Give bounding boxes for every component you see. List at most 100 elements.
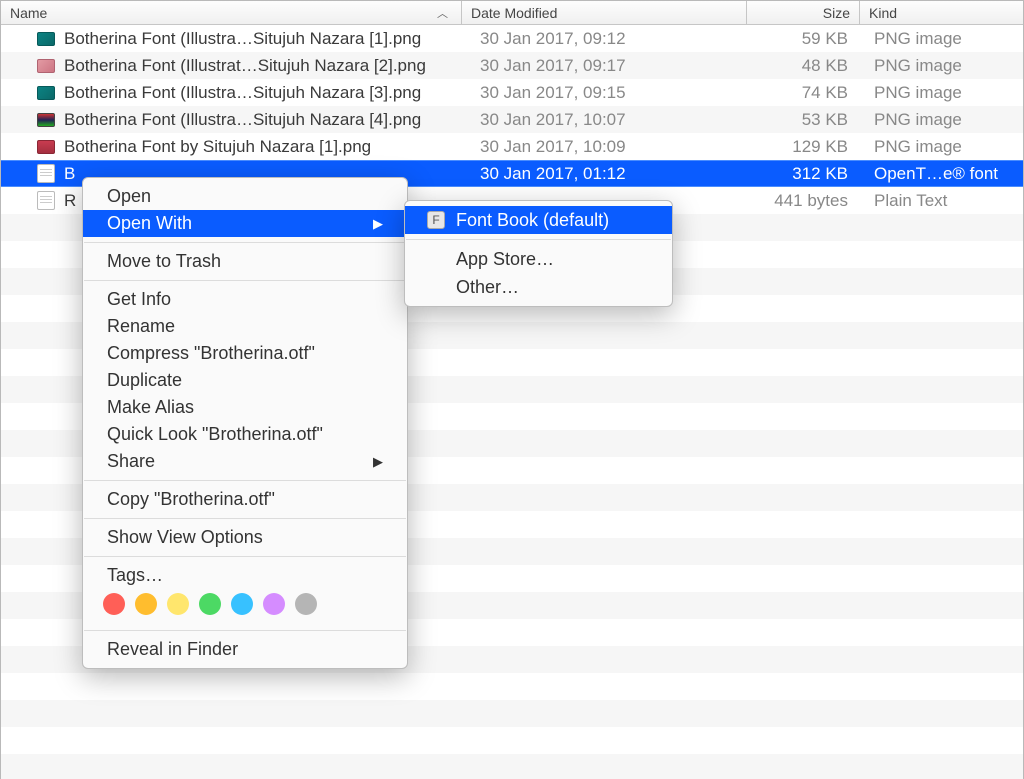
file-date: 30 Jan 2017, 09:12 bbox=[462, 29, 747, 49]
empty-row bbox=[1, 727, 1023, 754]
menu-item-make-alias[interactable]: Make Alias bbox=[83, 394, 407, 421]
menu-label: Open With bbox=[107, 213, 192, 234]
file-date: 30 Jan 2017, 09:17 bbox=[462, 56, 747, 76]
file-kind: PNG image bbox=[860, 29, 1023, 49]
file-kind: PNG image bbox=[860, 137, 1023, 157]
file-name: Botherina Font (Illustra…Situjuh Nazara … bbox=[64, 110, 421, 130]
column-header-row: Name ︿ Date Modified Size Kind bbox=[1, 1, 1023, 25]
file-size: 441 bytes bbox=[747, 191, 860, 211]
file-kind: Plain Text bbox=[860, 191, 1023, 211]
file-date: 30 Jan 2017, 10:07 bbox=[462, 110, 747, 130]
file-kind: OpenT…e® font bbox=[860, 164, 1023, 184]
tag-gray-icon[interactable] bbox=[295, 593, 317, 615]
file-icon bbox=[37, 59, 55, 73]
file-size: 53 KB bbox=[747, 110, 860, 130]
open-with-submenu: F Font Book (default) App Store… Other… bbox=[404, 200, 673, 307]
file-date: 30 Jan 2017, 09:15 bbox=[462, 83, 747, 103]
menu-item-show-view-options[interactable]: Show View Options bbox=[83, 524, 407, 551]
file-date: 30 Jan 2017, 01:12 bbox=[462, 164, 747, 184]
file-kind: PNG image bbox=[860, 56, 1023, 76]
menu-label: Duplicate bbox=[107, 370, 182, 391]
file-kind: PNG image bbox=[860, 83, 1023, 103]
menu-label: Get Info bbox=[107, 289, 171, 310]
menu-item-reveal-in-finder[interactable]: Reveal in Finder bbox=[83, 636, 407, 663]
file-icon bbox=[37, 191, 55, 210]
column-label: Size bbox=[823, 5, 850, 21]
menu-item-tags[interactable]: Tags… bbox=[83, 562, 407, 589]
file-icon bbox=[37, 32, 55, 46]
file-row[interactable]: Botherina Font (Illustra…Situjuh Nazara … bbox=[1, 79, 1023, 106]
file-name: Botherina Font (Illustra…Situjuh Nazara … bbox=[64, 83, 421, 103]
column-header-date-modified[interactable]: Date Modified bbox=[462, 1, 747, 24]
menu-label: Share bbox=[107, 451, 155, 472]
context-menu: Open Open With ▶ Move to Trash Get Info … bbox=[82, 177, 408, 669]
sort-ascending-icon: ︿ bbox=[437, 5, 448, 21]
menu-label: Move to Trash bbox=[107, 251, 221, 272]
menu-item-open[interactable]: Open bbox=[83, 183, 407, 210]
menu-item-get-info[interactable]: Get Info bbox=[83, 286, 407, 313]
tag-orange-icon[interactable] bbox=[135, 593, 157, 615]
column-label: Name bbox=[10, 5, 47, 21]
file-row[interactable]: Botherina Font (Illustrat…Situjuh Nazara… bbox=[1, 52, 1023, 79]
menu-item-open-with[interactable]: Open With ▶ bbox=[83, 210, 407, 237]
empty-row bbox=[1, 673, 1023, 700]
submenu-item-other[interactable]: Other… bbox=[405, 273, 672, 301]
column-header-size[interactable]: Size bbox=[747, 1, 860, 24]
tag-purple-icon[interactable] bbox=[263, 593, 285, 615]
menu-label: Show View Options bbox=[107, 527, 263, 548]
column-header-name[interactable]: Name ︿ bbox=[1, 1, 462, 24]
submenu-label: App Store… bbox=[456, 249, 554, 270]
menu-separator bbox=[84, 280, 406, 281]
menu-item-duplicate[interactable]: Duplicate bbox=[83, 367, 407, 394]
menu-label: Copy "Brotherina.otf" bbox=[107, 489, 275, 510]
file-row[interactable]: Botherina Font by Situjuh Nazara [1].png… bbox=[1, 133, 1023, 160]
file-kind: PNG image bbox=[860, 110, 1023, 130]
file-row[interactable]: Botherina Font (Illustra…Situjuh Nazara … bbox=[1, 106, 1023, 133]
file-row[interactable]: Botherina Font (Illustra…Situjuh Nazara … bbox=[1, 25, 1023, 52]
menu-separator bbox=[84, 480, 406, 481]
menu-item-move-to-trash[interactable]: Move to Trash bbox=[83, 248, 407, 275]
column-header-kind[interactable]: Kind bbox=[860, 1, 1023, 24]
empty-row bbox=[1, 754, 1023, 779]
menu-separator bbox=[84, 630, 406, 631]
menu-separator bbox=[406, 239, 671, 240]
tag-color-row bbox=[83, 589, 407, 625]
menu-label: Rename bbox=[107, 316, 175, 337]
menu-label: Quick Look "Brotherina.otf" bbox=[107, 424, 323, 445]
submenu-arrow-icon: ▶ bbox=[373, 216, 383, 232]
tag-green-icon[interactable] bbox=[199, 593, 221, 615]
file-name: Botherina Font by Situjuh Nazara [1].png bbox=[64, 137, 371, 157]
menu-item-share[interactable]: Share ▶ bbox=[83, 448, 407, 475]
menu-label: Reveal in Finder bbox=[107, 639, 238, 660]
tag-red-icon[interactable] bbox=[103, 593, 125, 615]
menu-label: Compress "Brotherina.otf" bbox=[107, 343, 315, 364]
menu-separator bbox=[84, 556, 406, 557]
file-size: 312 KB bbox=[747, 164, 860, 184]
column-label: Date Modified bbox=[471, 5, 557, 21]
menu-label: Make Alias bbox=[107, 397, 194, 418]
menu-item-rename[interactable]: Rename bbox=[83, 313, 407, 340]
menu-item-copy[interactable]: Copy "Brotherina.otf" bbox=[83, 486, 407, 513]
empty-row bbox=[1, 700, 1023, 727]
submenu-label: Other… bbox=[456, 277, 519, 298]
menu-item-quick-look[interactable]: Quick Look "Brotherina.otf" bbox=[83, 421, 407, 448]
submenu-label: Font Book (default) bbox=[456, 210, 609, 231]
submenu-item-font-book[interactable]: F Font Book (default) bbox=[405, 206, 672, 234]
file-icon bbox=[37, 164, 55, 183]
menu-separator bbox=[84, 518, 406, 519]
tag-yellow-icon[interactable] bbox=[167, 593, 189, 615]
menu-separator bbox=[84, 242, 406, 243]
menu-item-compress[interactable]: Compress "Brotherina.otf" bbox=[83, 340, 407, 367]
file-icon bbox=[37, 140, 55, 154]
file-name: Botherina Font (Illustrat…Situjuh Nazara… bbox=[64, 56, 426, 76]
file-size: 59 KB bbox=[747, 29, 860, 49]
file-name: Botherina Font (Illustra…Situjuh Nazara … bbox=[64, 29, 421, 49]
submenu-item-app-store[interactable]: App Store… bbox=[405, 245, 672, 273]
submenu-arrow-icon: ▶ bbox=[373, 454, 383, 470]
file-size: 48 KB bbox=[747, 56, 860, 76]
file-size: 129 KB bbox=[747, 137, 860, 157]
tag-blue-icon[interactable] bbox=[231, 593, 253, 615]
file-icon bbox=[37, 113, 55, 127]
menu-label: Open bbox=[107, 186, 151, 207]
column-label: Kind bbox=[869, 5, 897, 21]
